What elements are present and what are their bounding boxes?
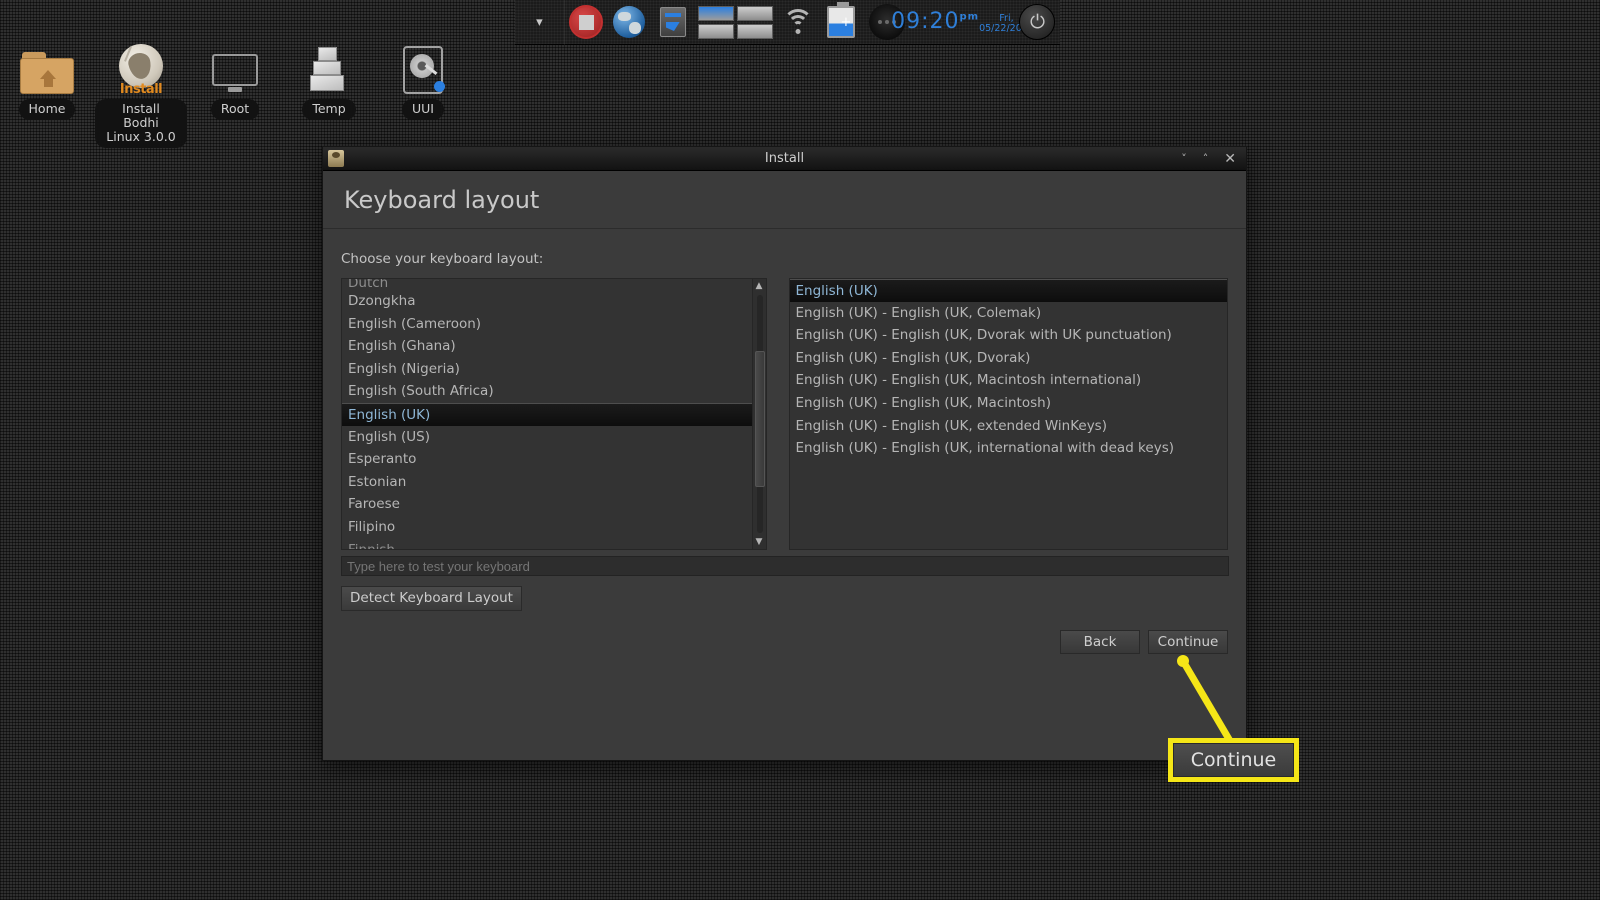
globe-icon[interactable] (608, 0, 651, 45)
list-item[interactable]: English (UK) - English (UK, Colemak) (790, 302, 1227, 325)
page-title: Keyboard layout (344, 185, 540, 214)
window-close-icon[interactable]: ✕ (1224, 151, 1236, 167)
list-item[interactable]: Estonian (342, 471, 766, 494)
list-item[interactable]: Dutch (342, 279, 766, 290)
list-item[interactable]: Esperanto (342, 448, 766, 471)
annotation-continue-label: Continue (1173, 743, 1294, 777)
desktop-screen: Home Install Install Bodhi Linux 3.0.0 R… (0, 0, 1600, 900)
desktop-icon-root[interactable]: Root (188, 38, 282, 148)
bodhi-installer-icon: Install (116, 38, 166, 97)
list-item[interactable]: English (UK) - English (UK, Macintosh) (790, 392, 1227, 415)
list-item[interactable]: Faroese (342, 493, 766, 516)
continue-button[interactable]: Continue (1148, 630, 1228, 654)
list-item[interactable]: English (UK) - English (UK, extended Win… (790, 415, 1227, 438)
list-item[interactable]: English (US) (342, 426, 766, 449)
list-item[interactable]: English (UK) (789, 279, 1227, 302)
list-item[interactable]: Filipino (342, 516, 766, 539)
desktop-icon-temp[interactable]: Temp (282, 38, 376, 148)
desktop-icon-home[interactable]: Home (0, 38, 94, 148)
window-title: Install (764, 151, 805, 166)
list-item[interactable]: Dzongkha (342, 290, 766, 313)
desktop-icon-row: Home Install Install Bodhi Linux 3.0.0 R… (0, 38, 470, 148)
navigation-buttons: Back Continue (1060, 630, 1228, 654)
desktop-icon-label: Home (18, 99, 76, 120)
layout-selection-area: Dutch Dzongkha English (Cameroon) English (… (341, 278, 1228, 550)
clock-time: 09:20 (891, 9, 960, 34)
keyboard-test-input[interactable] (341, 556, 1229, 576)
list-item[interactable]: English (UK) - English (UK, internationa… (790, 437, 1227, 460)
detect-keyboard-layout-button[interactable]: Detect Keyboard Layout (341, 586, 522, 611)
layout-list-scrollbar[interactable]: ▲ ▼ (751, 279, 766, 549)
annotation-dot (1177, 655, 1189, 667)
install-window: Install ˅ ˄ ✕ Keyboard layout Choose you… (322, 146, 1247, 761)
mounted-badge-icon (434, 81, 445, 92)
desktop-icon-label: Temp (302, 99, 356, 120)
desktop-icon-uui[interactable]: UUI (376, 38, 470, 148)
annotation-callout: Continue (1168, 738, 1299, 782)
list-item[interactable]: English (UK) - English (UK, Dvorak with … (790, 324, 1227, 347)
harddisk-icon (403, 38, 445, 94)
desktop-icon-label: Root (210, 99, 260, 120)
list-item[interactable]: English (Ghana) (342, 335, 766, 358)
list-item[interactable]: English (UK) - English (UK, Macintosh in… (790, 369, 1227, 392)
list-item[interactable]: English (South Africa) (342, 380, 766, 403)
power-icon[interactable]: ⏻ (1015, 0, 1060, 45)
list-item[interactable]: English (UK) - English (UK, Dvorak) (790, 347, 1227, 370)
monitor-icon (212, 38, 258, 94)
desktop-icon-install-bodhi[interactable]: Install Install Bodhi Linux 3.0.0 (94, 38, 188, 148)
page-header: Keyboard layout (323, 171, 1246, 229)
installer-badge-word: Install (119, 82, 163, 97)
scroll-down-icon[interactable]: ▼ (753, 535, 766, 549)
top-panel: ▾ + 09:20pm Fri, 05/22/2015 ⏻ (515, 0, 1060, 45)
window-maximize-icon[interactable]: ˄ (1203, 152, 1209, 165)
battery-icon[interactable]: + (820, 0, 863, 45)
page-body: Choose your keyboard layout: Dutch Dzongk… (323, 229, 1246, 611)
folder-home-icon (20, 38, 74, 94)
keyboard-variant-list[interactable]: English (UK) English (UK) - English (UK, … (788, 278, 1228, 550)
list-item[interactable]: English (Cameroon) (342, 313, 766, 336)
scroll-up-icon[interactable]: ▲ (753, 279, 766, 293)
panel-clock[interactable]: 09:20pm Fri, 05/22/2015 (891, 0, 1034, 45)
list-item[interactable]: Finnish (342, 539, 766, 549)
trash-icon[interactable] (651, 0, 694, 45)
window-minimize-icon[interactable]: ˅ (1181, 152, 1187, 165)
clock-meridiem: pm (959, 11, 980, 23)
desktop-icon-label: UUI (402, 99, 444, 120)
back-button[interactable]: Back (1060, 630, 1140, 654)
panel-menu-chevron-down-icon[interactable]: ▾ (515, 0, 564, 45)
stop-icon[interactable] (565, 0, 608, 45)
list-item[interactable]: English (UK) (342, 402, 766, 426)
prompt-label: Choose your keyboard layout: (341, 251, 544, 267)
power-glyph: ⏻ (1019, 4, 1056, 40)
window-titlebar[interactable]: Install ˅ ˄ ✕ (323, 147, 1246, 171)
pager-icon[interactable] (694, 0, 777, 45)
keyboard-layout-list[interactable]: Dutch Dzongkha English (Cameroon) English (… (341, 278, 767, 550)
desktop-icon-label: Install Bodhi Linux 3.0.0 (95, 99, 187, 148)
boxes-icon (309, 38, 349, 94)
scroll-thumb[interactable] (754, 351, 765, 487)
wifi-icon[interactable] (777, 0, 820, 45)
list-item[interactable]: English (Nigeria) (342, 358, 766, 381)
